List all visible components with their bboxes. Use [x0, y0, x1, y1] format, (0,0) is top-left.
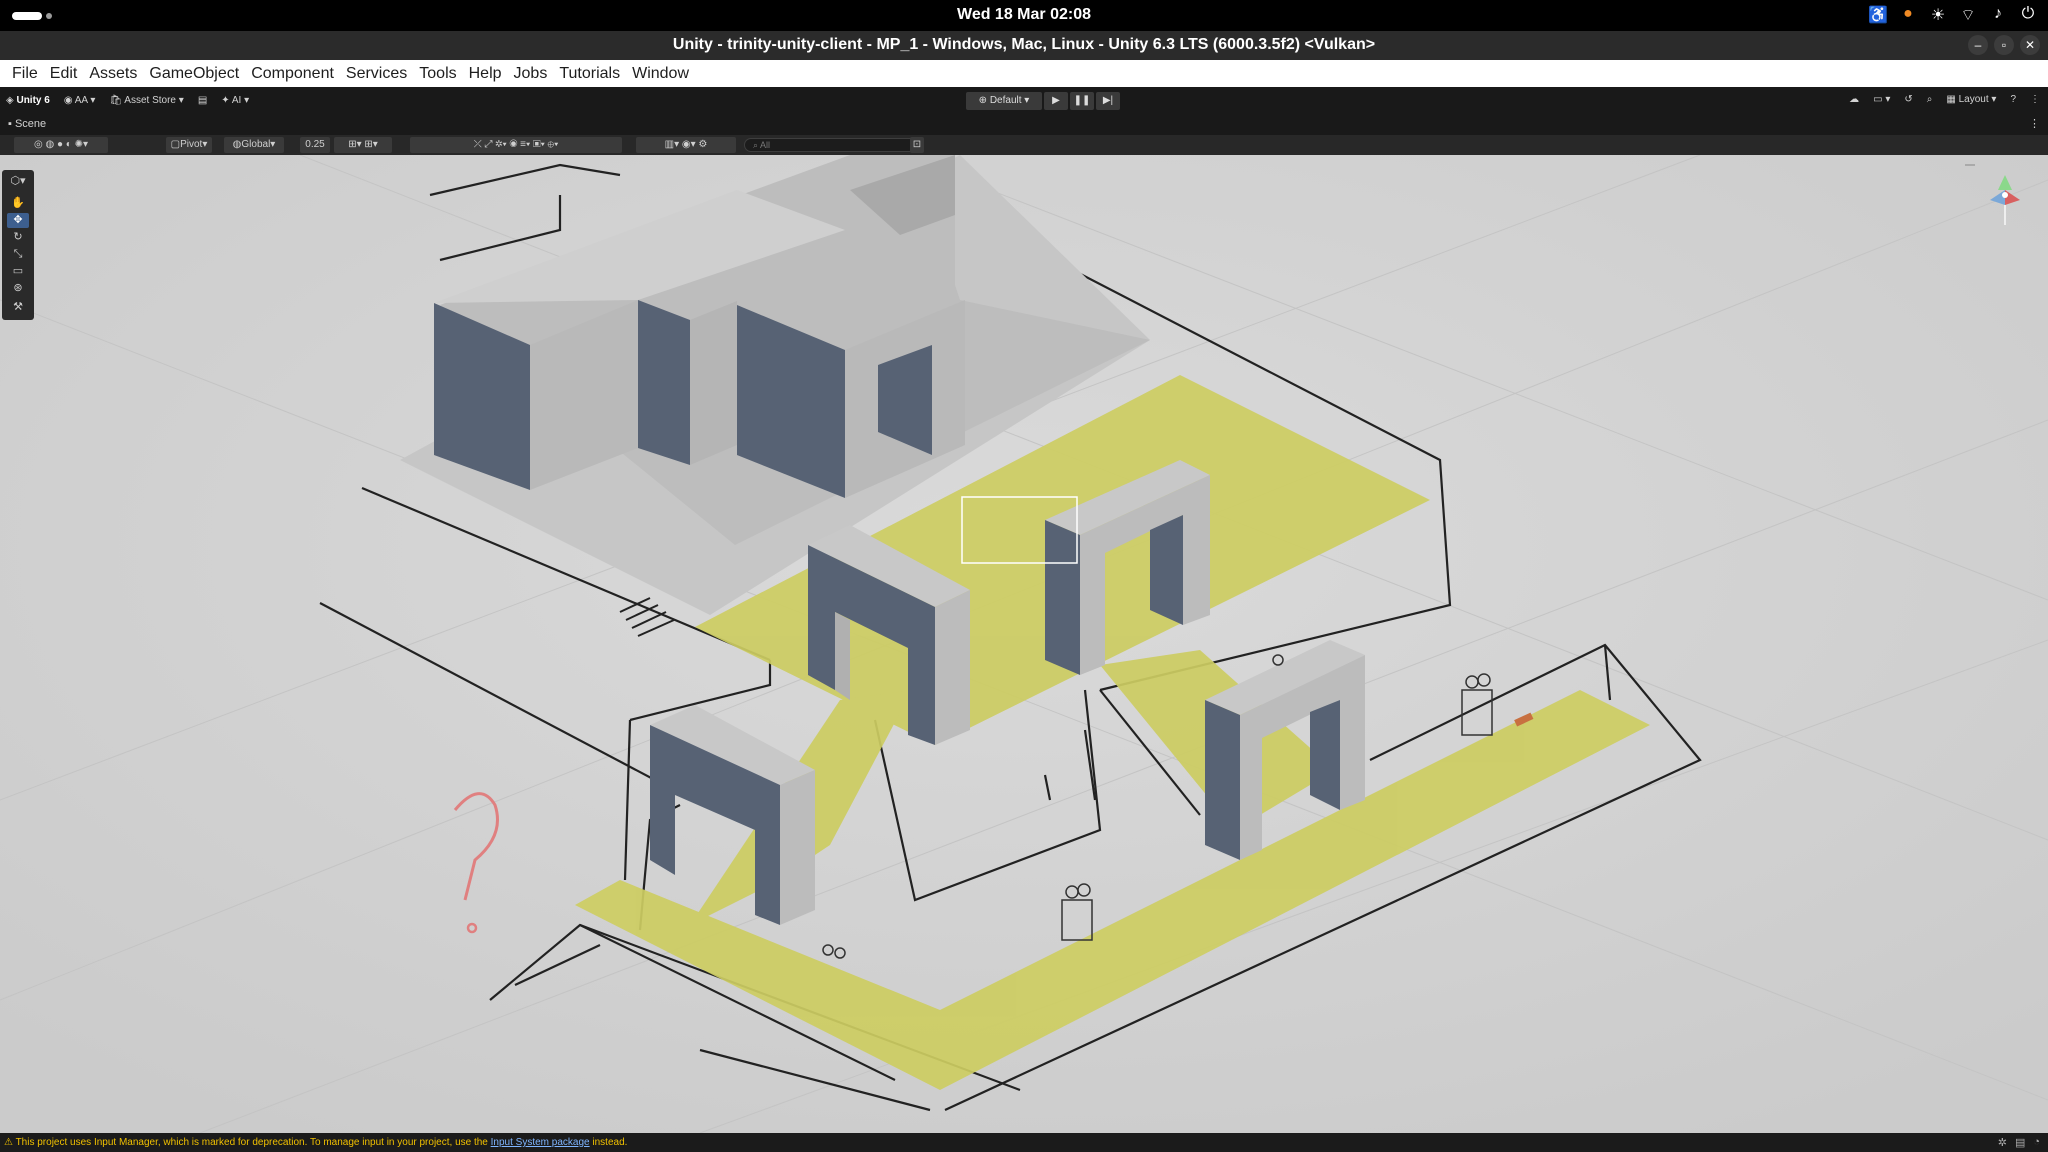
minimize-icon[interactable]: – — [1968, 35, 1988, 55]
menu-component[interactable]: Component — [245, 65, 340, 83]
notifications-icon[interactable]: ▤ — [2015, 1136, 2025, 1149]
menu-help[interactable]: Help — [463, 65, 508, 83]
menu-gameobject[interactable]: GameObject — [143, 65, 245, 83]
play-mode-label: Default — [989, 95, 1022, 106]
help-icon[interactable]: ? — [2010, 94, 2016, 105]
grid-snap-group[interactable]: ⊞▾ ⊞▾ — [334, 137, 392, 153]
system-clock[interactable]: Wed 18 Mar 02:08 — [0, 6, 2048, 24]
more-icon[interactable]: ⋮ — [2030, 94, 2040, 105]
play-button[interactable]: ▶ — [1044, 92, 1068, 110]
layout-label: Layout — [1958, 94, 1989, 105]
unity-version-label: Unity 6 — [16, 95, 50, 106]
asset-store-label: Asset Store — [124, 95, 176, 106]
account-label: AA — [74, 95, 88, 106]
system-tray[interactable]: ♿ ● ☀ ⌔ ♪ ⏻ — [1868, 5, 2038, 25]
hierarchy-search-input[interactable]: ⌕ All — [744, 138, 924, 152]
ai-label: AI — [231, 95, 242, 106]
system-top-bar: Wed 18 Mar 02:08 ♿ ● ☀ ⌔ ♪ ⏻ — [0, 0, 2048, 31]
move-tool-icon[interactable]: ✥ — [7, 213, 29, 228]
menu-jobs[interactable]: Jobs — [508, 65, 554, 83]
asset-store-button[interactable]: 🛍 Asset Store ▾ — [109, 95, 183, 106]
draw-mode-group[interactable]: ◎ ◍ ● ◐ ✺▾ — [14, 137, 108, 153]
tab-scene[interactable]: ▪ Scene — [8, 118, 46, 130]
power-icon[interactable]: ⏻ — [2018, 5, 2038, 25]
global-label: Global — [241, 139, 271, 150]
menu-window[interactable]: Window — [626, 65, 695, 83]
tab-menu-icon[interactable]: ⋮ — [2029, 117, 2040, 130]
scene-tab-bar: ▪ Scene ⋮ — [0, 115, 2048, 135]
console-warning[interactable]: ⚠ This project uses Input Manager, which… — [4, 1137, 627, 1148]
microphone-icon[interactable]: ● — [1898, 5, 1918, 25]
scene-tab-label: Scene — [14, 118, 47, 130]
status-bar: ⚠ This project uses Input Manager, which… — [0, 1133, 2048, 1152]
scene-tools-panel: ⬡▾ ✋ ✥ ↻ ⤡ ▭ ⊛ ⚒ — [2, 170, 34, 320]
step-button[interactable]: ▶| — [1096, 92, 1120, 110]
unity-version-button[interactable]: ◈ Unity 6 — [6, 95, 50, 106]
gizmos-group[interactable]: ▥▾ ◉▾ ⚙ — [636, 137, 736, 153]
menu-file[interactable]: File — [6, 65, 44, 83]
status-icons: ✲ ▤ ◔ — [1998, 1136, 2040, 1149]
ai-button[interactable]: ✦ AI ▾ — [221, 95, 249, 106]
hand-tool-icon[interactable]: ✋ — [7, 196, 29, 211]
menu-tools[interactable]: Tools — [413, 65, 462, 83]
transform-tool-icon[interactable]: ⊛ — [7, 281, 29, 296]
scene-render — [0, 155, 2048, 1133]
scene-viewport[interactable] — [0, 155, 2048, 1133]
global-dropdown[interactable]: ◍Global▾ — [224, 137, 284, 153]
account-button[interactable]: ◉ AA ▾ — [64, 95, 96, 106]
warning-text: This project uses Input Manager, which i… — [15, 1137, 488, 1148]
volume-icon[interactable]: ♪ — [1988, 5, 2008, 25]
window-title: Unity - trinity-unity-client - MP_1 - Wi… — [672, 36, 1376, 53]
progress-icon[interactable]: ◔ — [2033, 1136, 2040, 1149]
close-icon[interactable]: ✕ — [2020, 35, 2040, 55]
accessibility-icon[interactable]: ♿ — [1868, 5, 1888, 25]
menu-assets[interactable]: Assets — [83, 65, 143, 83]
search-icon[interactable]: ⌕ — [1927, 94, 1933, 105]
scale-tool-icon[interactable]: ⤡ — [7, 247, 29, 262]
search-placeholder: All — [760, 140, 771, 150]
history-icon[interactable]: ↺ — [1904, 94, 1912, 105]
cloud-icon[interactable]: ☁ — [1849, 94, 1859, 105]
snap-increment-field[interactable]: 0.25 — [300, 137, 330, 153]
menu-services[interactable]: Services — [340, 65, 413, 83]
scene-view-toolbar: ◎ ◍ ● ◐ ✺▾ ▢Pivot▾ ◍Global▾ 0.25 ⊞▾ ⊞▾ ⤫… — [0, 135, 2048, 155]
window-controls: – ▫ ✕ — [1968, 35, 2040, 55]
pause-button[interactable]: ❚❚ — [1070, 92, 1094, 110]
play-mode-dropdown[interactable]: ⊕ Default ▾ — [966, 92, 1042, 110]
view-options-icon[interactable]: ⬡▾ — [7, 174, 29, 189]
pivot-label: Pivot — [180, 139, 203, 150]
warning-icon: ⚠ — [4, 1137, 13, 1148]
warning-suffix: instead. — [592, 1137, 628, 1148]
package-icon[interactable]: ▤ — [198, 95, 207, 106]
brightness-icon[interactable]: ☀ — [1928, 5, 1948, 25]
menu-tutorials[interactable]: Tutorials — [553, 65, 626, 83]
pivot-dropdown[interactable]: ▢Pivot▾ — [166, 137, 212, 153]
maximize-icon[interactable]: ▫ — [1994, 35, 2014, 55]
menu-bar: File Edit Assets GameObject Component Se… — [0, 60, 2048, 87]
wifi-icon[interactable]: ⌔ — [1958, 5, 1978, 25]
window-title-bar: Unity - trinity-unity-client - MP_1 - Wi… — [0, 31, 2048, 60]
bug-icon[interactable]: ✲ — [1998, 1136, 2007, 1149]
input-system-link[interactable]: Input System package — [491, 1137, 590, 1148]
main-toolbar: ◈ Unity 6 ◉ AA ▾ 🛍 Asset Store ▾ ▤ ✦ AI … — [0, 87, 2048, 115]
search-options-icon[interactable]: ⊡ — [910, 137, 924, 153]
custom-tool-icon[interactable]: ⚒ — [7, 300, 29, 315]
scene-overlays-group[interactable]: ⤫ ⤢ ✲▾ ◉ ≡▾ ▣▾ ⊕▾ — [410, 137, 622, 153]
rect-tool-icon[interactable]: ▭ — [7, 264, 29, 279]
play-controls: ⊕ Default ▾ ▶ ❚❚ ▶| — [966, 92, 1120, 110]
display-icon[interactable]: ▭ ▾ — [1873, 94, 1890, 105]
menu-edit[interactable]: Edit — [44, 65, 84, 83]
layout-dropdown[interactable]: ▦ Layout ▾ — [1946, 94, 1996, 105]
rotate-tool-icon[interactable]: ↻ — [7, 230, 29, 245]
